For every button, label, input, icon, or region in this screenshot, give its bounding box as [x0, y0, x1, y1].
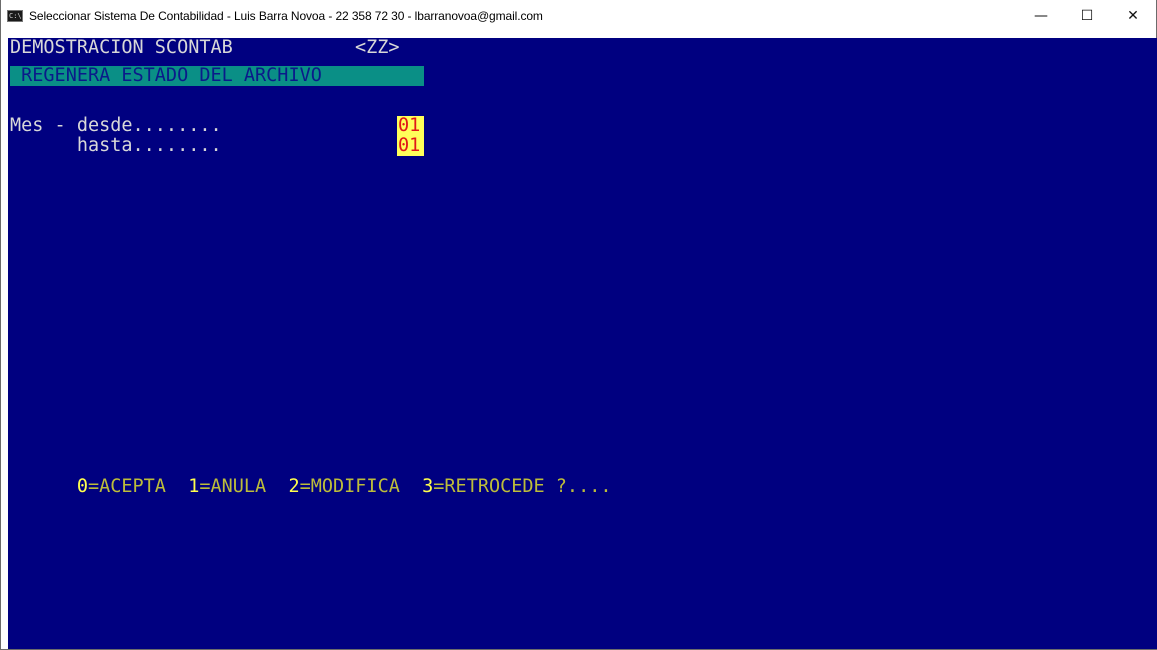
mes-desde-label: Mes - desde........ [10, 115, 222, 136]
company-name: DEMOSTRACION SCONTAB [10, 38, 233, 58]
minimize-button[interactable]: — [1018, 0, 1064, 32]
maximize-icon: ☐ [1080, 8, 1094, 24]
console-screen[interactable]: DEMOSTRACION SCONTAB <ZZ> REGENERA ESTADO… [8, 38, 1157, 649]
window-title: Seleccionar Sistema De Contabilidad - Lu… [29, 9, 543, 23]
console-app-icon: C:\ [7, 10, 23, 22]
minimize-icon: — [1034, 8, 1048, 24]
process-title-bar: REGENERA ESTADO DEL ARCHIVO [10, 66, 424, 86]
option-back-key[interactable]: 3 [422, 476, 433, 497]
option-accept-label: =ACEPTA [87, 476, 189, 497]
option-modify-label: =MODIFICA [299, 476, 423, 497]
close-icon: ✕ [1127, 8, 1139, 24]
option-cancel-key[interactable]: 1 [188, 476, 199, 497]
close-button[interactable]: ✕ [1110, 0, 1156, 32]
console-window: C:\ Seleccionar Sistema De Contabilidad … [0, 0, 1157, 650]
company-line: DEMOSTRACION SCONTAB <ZZ> [10, 38, 400, 58]
option-menu: 0=ACEPTA 1=ANULA 2=MODIFICA 3=RETROCEDE … [10, 457, 612, 517]
title-bar[interactable]: C:\ Seleccionar Sistema De Contabilidad … [1, 0, 1156, 32]
mes-desde-input[interactable]: 01 [397, 116, 424, 136]
company-code: <ZZ> [355, 38, 400, 58]
maximize-button[interactable]: ☐ [1064, 0, 1110, 32]
option-modify-key[interactable]: 2 [288, 476, 299, 497]
option-cancel-label: =ANULA [199, 476, 289, 497]
mes-hasta-label: hasta........ [10, 135, 222, 156]
window-controls: — ☐ ✕ [1018, 0, 1156, 32]
option-accept-key[interactable]: 0 [77, 476, 88, 497]
mes-hasta-input[interactable]: 01 [397, 136, 424, 156]
option-back-label: =RETROCEDE ?.... [433, 476, 612, 497]
